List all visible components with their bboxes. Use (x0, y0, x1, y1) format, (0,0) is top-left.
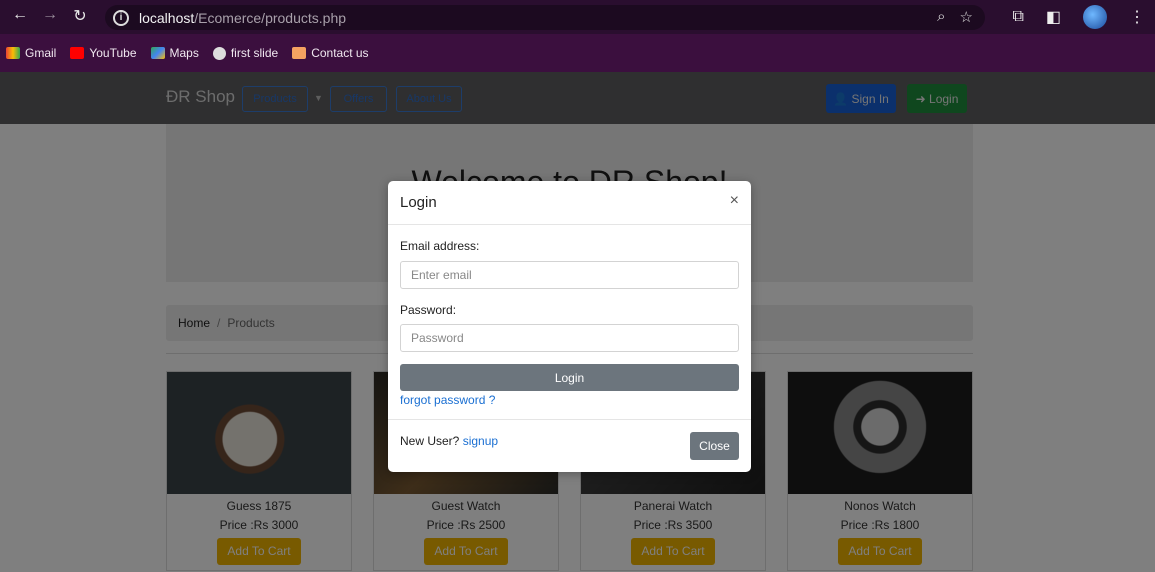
menu-icon[interactable]: ⋮ (1129, 7, 1145, 27)
password-label: Password: (400, 303, 457, 317)
bookmark-maps[interactable]: Maps (150, 46, 199, 60)
forgot-password-link[interactable]: forgot password ? (400, 393, 495, 407)
reload-icon[interactable]: ↻ (68, 6, 92, 26)
forward-icon[interactable]: → (38, 6, 62, 24)
modal-footer: New User? signup Close (388, 419, 751, 472)
password-field[interactable] (400, 324, 739, 352)
close-button[interactable]: Close (690, 432, 739, 460)
bookmark-gmail[interactable]: Gmail (6, 46, 56, 60)
youtube-icon (70, 47, 85, 59)
email-field[interactable] (400, 261, 739, 289)
bookmark-contact-us[interactable]: Contact us (292, 46, 369, 60)
site-info-icon[interactable]: i (113, 9, 129, 26)
url-host: localhost (139, 9, 195, 26)
contact-icon (292, 47, 307, 59)
profile-avatar[interactable] (1083, 5, 1107, 29)
zoom-icon[interactable]: ⌕ (937, 8, 945, 26)
globe-icon (212, 46, 226, 60)
modal-title: Login (400, 194, 437, 211)
new-user-text: New User? signup (400, 434, 498, 448)
bookmark-label: Maps (169, 46, 199, 60)
gmail-icon (6, 47, 20, 59)
new-user-label: New User? (400, 434, 460, 448)
bookmark-youtube[interactable]: YouTube (70, 46, 137, 60)
url-path: /Ecomerce/products.php (194, 9, 347, 26)
bookmark-first-slide[interactable]: first slide (212, 46, 279, 60)
bookmark-star-icon[interactable]: ☆ (960, 8, 973, 26)
bookmark-label: first slide (230, 46, 279, 60)
back-icon[interactable]: ← (8, 6, 32, 24)
email-label: Email address: (400, 239, 480, 253)
bookmark-label: YouTube (89, 46, 137, 60)
bookmark-label: Gmail (25, 46, 57, 60)
login-modal: Login × Email address: Password: Login f… (388, 181, 751, 472)
close-icon[interactable]: × (730, 192, 739, 210)
maps-icon (150, 47, 165, 59)
extensions-icon[interactable]: ⧉ (1012, 8, 1023, 26)
side-panel-icon[interactable]: ◧ (1046, 7, 1061, 27)
login-button[interactable]: Login (400, 364, 739, 391)
bookmarks-bar: Gmail YouTube Maps first slide Contact u… (0, 34, 1155, 72)
signup-link[interactable]: signup (463, 434, 498, 448)
modal-header: Login × (388, 181, 751, 225)
browser-toolbar: ← → ↻ i localhost /Ecomerce/products.php… (0, 0, 1155, 34)
address-bar[interactable]: i localhost /Ecomerce/products.php ⌕ ☆ (105, 5, 985, 30)
bookmark-label: Contact us (311, 46, 369, 60)
